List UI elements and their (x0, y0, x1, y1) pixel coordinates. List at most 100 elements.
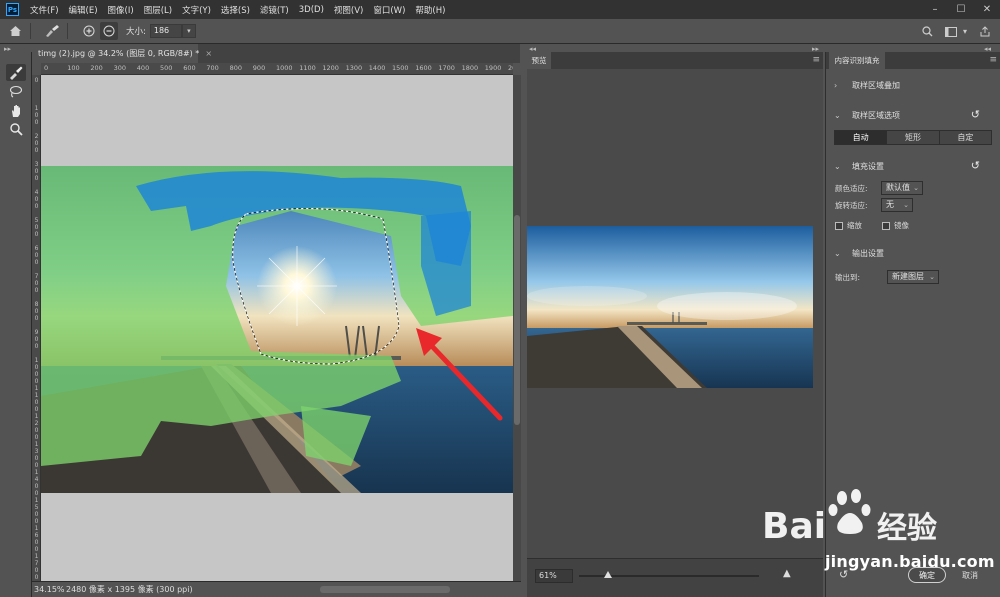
ruler-tick-label: 500 (34, 217, 39, 238)
menu-layer[interactable]: 图层(L) (139, 4, 177, 16)
chevron-down-icon[interactable]: ▾ (181, 24, 196, 38)
sampling-brush-icon[interactable] (6, 64, 26, 81)
color-adapt-label: 颜色适应: (835, 184, 868, 193)
ruler-tick-label: 1000 (276, 64, 293, 72)
ruler-left: 0 100 200 300 400 500 600 700 800 900 1000 1100 1200… (32, 75, 41, 581)
ruler-tick-label: 900 (34, 329, 39, 350)
ruler-tick-label: 1300 (34, 441, 39, 469)
divider (30, 23, 31, 39)
document-info: 2480 像素 x 1395 像素 (300 ppi) (66, 585, 193, 594)
menu-view[interactable]: 视图(V) (329, 4, 368, 16)
ruler-tick-label: 1000 (34, 357, 39, 385)
close-icon[interactable]: × (205, 49, 212, 58)
panel-menu-icon[interactable]: ≡ (989, 55, 997, 65)
scale-checkbox[interactable]: 缩放 (835, 220, 862, 231)
tab-content-aware-fill[interactable]: 内容识别填充 (829, 52, 885, 69)
ruler-tick-label: 1200 (34, 413, 39, 441)
document-tab[interactable]: timg (2).jpg @ 34.2% (图层 0, RGB/8#) * × (32, 44, 212, 63)
dropdown-value: 新建图层 (892, 272, 924, 281)
preview-image (527, 226, 813, 388)
lasso-icon[interactable] (6, 83, 26, 100)
checkbox-box[interactable] (882, 221, 890, 230)
vertical-scrollbar[interactable] (513, 75, 521, 581)
ruler-tick-label: 1300 (345, 64, 363, 72)
close-icon[interactable]: ✕ (974, 0, 1000, 19)
scrollbar-thumb[interactable] (514, 215, 520, 425)
ruler-tick-label: 300 (34, 161, 39, 182)
checkbox-label: 缩放 (847, 221, 862, 230)
chevron-down-icon: ⌄ (929, 273, 935, 281)
menu-file[interactable]: 文件(F) (25, 4, 64, 16)
preview-header: 预览 ≡ (527, 52, 823, 69)
chevron-down-icon: ⌄ (834, 111, 841, 120)
tab-preview[interactable]: 预览 (527, 52, 551, 69)
chevron-down-icon: ⌄ (913, 184, 919, 192)
section-title: 取样区域叠加 (852, 81, 900, 90)
menu-help[interactable]: 帮助(H) (410, 4, 450, 16)
status-bar: 34.15% 2480 像素 x 1395 像素 (300 ppi) (32, 581, 521, 597)
menu-window[interactable]: 窗口(W) (368, 4, 410, 16)
ruler-tick-label: 100 (67, 64, 80, 72)
preview-zoom-input[interactable]: 61% (535, 569, 573, 583)
chevron-down-icon[interactable]: ▾ (960, 23, 970, 41)
search-icon[interactable] (918, 23, 936, 41)
ruler-tick-label: 1700 (438, 64, 455, 72)
ruler-tick-label: 900 (252, 64, 266, 72)
mirror-checkbox[interactable]: 镜像 (882, 220, 909, 231)
section-sampling-overlay[interactable]: › 取样区域叠加 (834, 80, 900, 91)
output-to-dropdown[interactable]: 新建图层 ⌄ (887, 270, 939, 284)
color-adapt-dropdown[interactable]: 默认值 ⌄ (881, 181, 923, 195)
brush-tool-icon[interactable] (43, 22, 61, 40)
section-sampling-options[interactable]: ⌄ 取样区域选项 (834, 110, 900, 121)
reset-icon[interactable]: ↺ (971, 159, 980, 172)
mode-custom-button[interactable]: 自定 (939, 131, 991, 144)
tool-bar (0, 52, 32, 597)
workspace-icon[interactable] (942, 23, 960, 41)
maximize-icon[interactable]: ☐ (948, 0, 974, 19)
ruler-tick-label: 500 (160, 64, 173, 72)
document-tab-title: timg (2).jpg @ 34.2% (图层 0, RGB/8#) * (38, 49, 200, 58)
add-mode-icon[interactable] (80, 22, 98, 40)
reset-icon[interactable]: ↺ (971, 108, 980, 121)
ruler-tick-label: 300 (113, 64, 127, 72)
annotation-arrow (416, 328, 503, 421)
ruler-tick-label: 1500 (392, 64, 409, 72)
zoom-icon[interactable] (6, 121, 26, 138)
menu-select[interactable]: 选择(S) (216, 4, 255, 16)
slider-knob[interactable] (604, 571, 613, 578)
checkbox-box[interactable] (835, 221, 843, 230)
dropdown-value: 默认值 (886, 183, 910, 192)
section-fill-settings[interactable]: ⌄ 填充设置 (834, 161, 884, 172)
menu-bar: Ps 文件(F) 编辑(E) 图像(I) 图层(L) 文字(Y) 选择(S) 滤… (0, 0, 1000, 19)
ruler-tick-label: 700 (34, 273, 39, 294)
share-icon[interactable] (976, 23, 994, 41)
menu-type[interactable]: 文字(Y) (177, 4, 216, 16)
section-output-settings[interactable]: ⌄ 输出设置 (834, 248, 884, 259)
menu-3d[interactable]: 3D(D) (294, 5, 329, 15)
size-input[interactable]: 186 (149, 24, 182, 38)
ruler-tick-label: 800 (34, 301, 39, 322)
rotation-adapt-dropdown[interactable]: 无 ⌄ (881, 198, 913, 212)
panel-menu-icon[interactable]: ≡ (812, 55, 820, 65)
chevron-down-icon: ⌄ (834, 249, 841, 258)
hand-icon[interactable] (6, 102, 26, 119)
section-title: 取样区域选项 (852, 111, 900, 120)
menu-filter[interactable]: 滤镜(T) (255, 4, 294, 16)
ruler-tick-label: 600 (183, 64, 196, 72)
photoshop-logo-icon: Ps (6, 3, 19, 16)
zoom-level[interactable]: 34.15% (32, 585, 65, 594)
ruler-tick-label: 800 (229, 64, 243, 72)
ruler-tick-label: 100 (34, 105, 39, 126)
mode-auto-button[interactable]: 自动 (835, 131, 888, 144)
horizontal-scrollbar[interactable] (320, 586, 450, 593)
subtract-mode-icon[interactable] (100, 22, 118, 40)
preview-zoom-slider[interactable] (579, 571, 759, 578)
options-bar: 大小: 186 ▾ ▾ (0, 19, 1000, 44)
minimize-icon[interactable]: – (922, 0, 948, 19)
svg-text:经验: 经验 (877, 511, 937, 546)
menu-edit[interactable]: 编辑(E) (64, 4, 103, 16)
home-icon[interactable] (6, 22, 24, 40)
dropdown-value: 无 (886, 200, 894, 209)
mode-rectangle-button[interactable]: 矩形 (887, 131, 940, 144)
menu-image[interactable]: 图像(I) (103, 4, 139, 16)
